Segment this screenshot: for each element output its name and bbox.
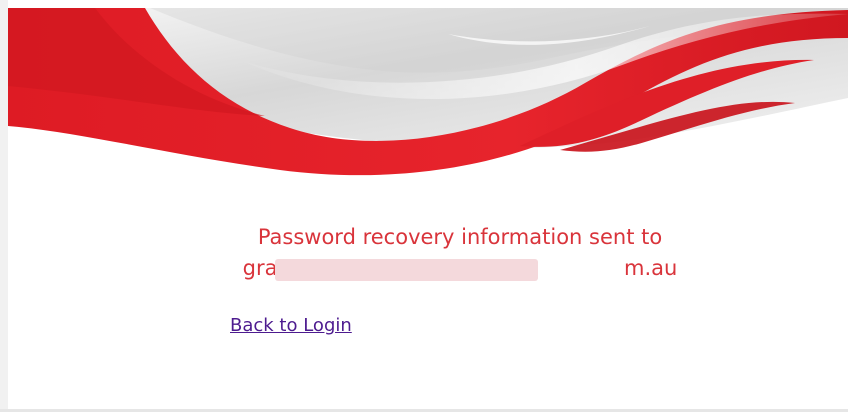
back-to-login-link[interactable]: Back to Login xyxy=(230,315,352,336)
email-line: gra m.au xyxy=(150,253,770,284)
email-container: gra m.au xyxy=(243,253,677,284)
redaction-bar xyxy=(274,259,538,281)
swoosh-banner xyxy=(8,8,848,176)
message-line: Password recovery information sent to xyxy=(257,225,663,249)
recovery-message: Password recovery information sent to gr… xyxy=(150,222,770,284)
password-recovery-page: Password recovery information sent to gr… xyxy=(0,0,848,412)
